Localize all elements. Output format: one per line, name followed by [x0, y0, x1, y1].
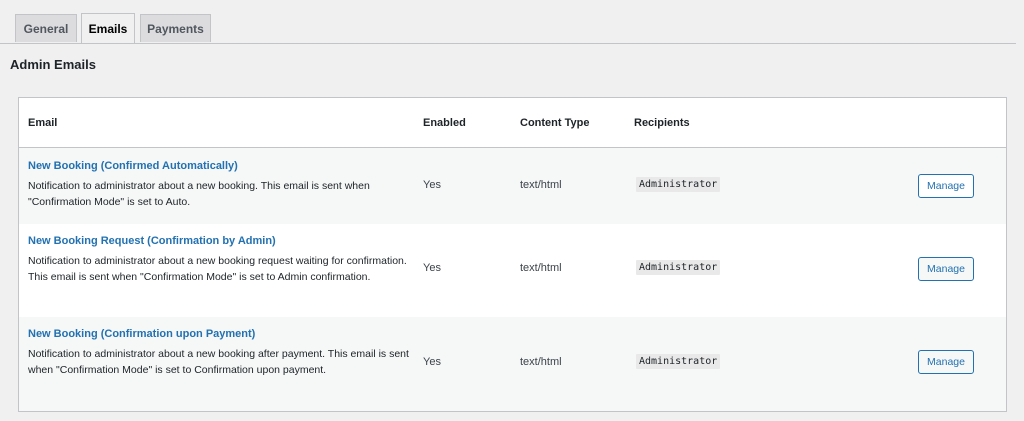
table-row: New Booking Request (Confirmation by Adm… — [19, 224, 1006, 317]
content-type-value: text/html — [520, 179, 562, 191]
header-email: Email — [28, 117, 58, 129]
email-title-link[interactable]: New Booking Request (Confirmation by Adm… — [28, 235, 276, 247]
settings-tabs: General Emails Payments — [0, 0, 1016, 44]
header-enabled: Enabled — [423, 117, 466, 129]
section-title: Admin Emails — [10, 57, 96, 72]
manage-button[interactable]: Manage — [918, 257, 974, 281]
header-recipients: Recipients — [634, 117, 690, 129]
content-type-value: text/html — [520, 356, 562, 368]
admin-emails-table: Email Enabled Content Type Recipients Ne… — [18, 97, 1007, 412]
tab-emails[interactable]: Emails — [81, 13, 135, 43]
email-description: Notification to administrator about a ne… — [28, 180, 370, 208]
table-row: New Booking (Confirmed Automatically) No… — [19, 148, 1006, 224]
recipients-value: Administrator — [636, 177, 721, 192]
tab-payments[interactable]: Payments — [140, 14, 211, 42]
email-description: Notification to administrator about a ne… — [28, 255, 407, 283]
email-description: Notification to administrator about a ne… — [28, 348, 409, 376]
table-row: New Booking (Confirmation upon Payment) … — [19, 317, 1006, 411]
content-type-value: text/html — [520, 262, 562, 274]
manage-button[interactable]: Manage — [918, 350, 974, 374]
tab-general[interactable]: General — [15, 14, 77, 42]
header-content-type: Content Type — [520, 117, 590, 129]
manage-button[interactable]: Manage — [918, 174, 974, 198]
email-title-link[interactable]: New Booking (Confirmation upon Payment) — [28, 328, 255, 340]
email-title-link[interactable]: New Booking (Confirmed Automatically) — [28, 160, 238, 172]
recipients-value: Administrator — [636, 354, 721, 369]
recipients-value: Administrator — [636, 260, 721, 275]
table-header: Email Enabled Content Type Recipients — [19, 98, 1006, 148]
enabled-value: Yes — [423, 179, 441, 191]
enabled-value: Yes — [423, 356, 441, 368]
enabled-value: Yes — [423, 262, 441, 274]
